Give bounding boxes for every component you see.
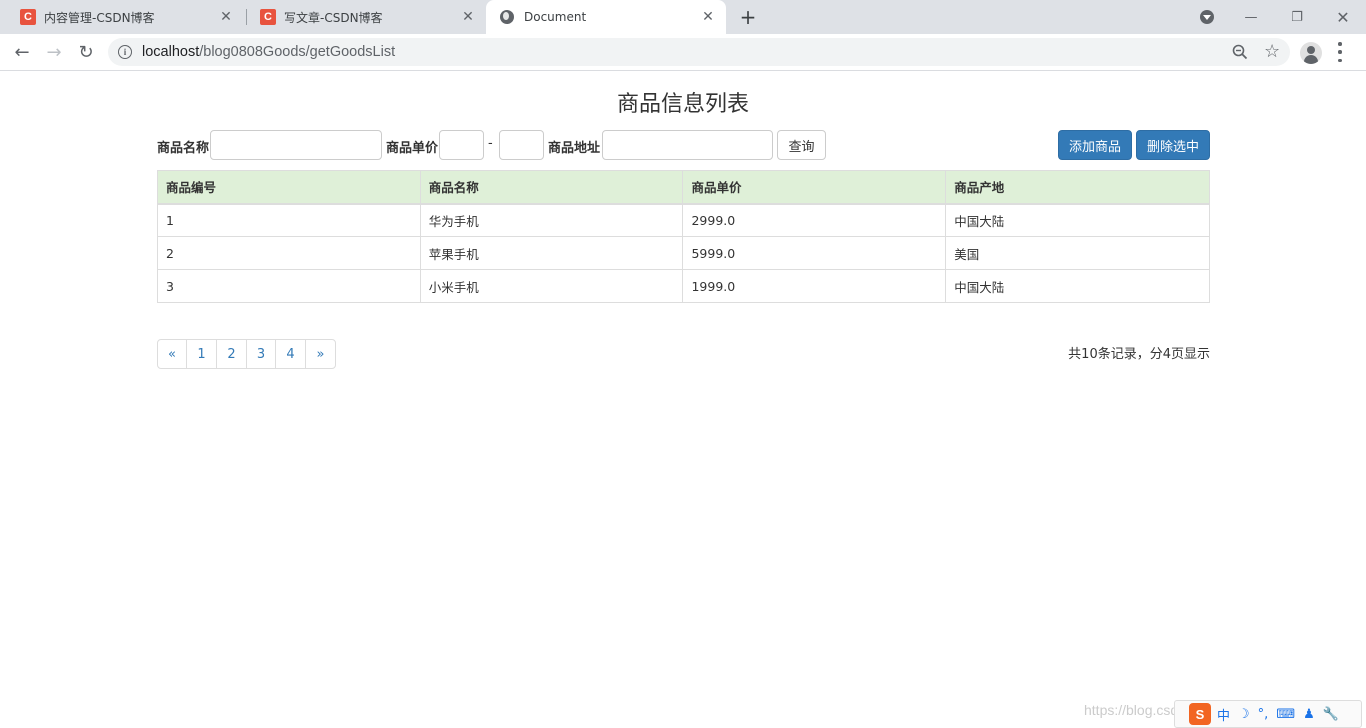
- price-max-input[interactable]: [499, 130, 544, 160]
- punctuation-icon[interactable]: °,: [1258, 707, 1269, 722]
- restore-icon[interactable]: ❐: [1274, 0, 1320, 34]
- table-row[interactable]: 3 小米手机 1999.0 中国大陆: [157, 269, 1210, 303]
- cell-goods-name: 苹果手机: [419, 236, 684, 270]
- pagination-next[interactable]: »: [305, 339, 336, 369]
- url-text[interactable]: localhost/blog0808Goods/getGoodsList: [142, 44, 395, 60]
- tab-title: 内容管理-CSDN博客: [44, 10, 155, 25]
- csdn-favicon-icon: C: [260, 9, 276, 25]
- cell-goods-name: 小米手机: [419, 269, 684, 303]
- delete-selected-button[interactable]: 删除选中: [1136, 130, 1210, 160]
- moon-icon[interactable]: ☽: [1238, 707, 1250, 722]
- address-bar[interactable]: i localhost/blog0808Goods/getGoodsList ☆: [108, 38, 1290, 66]
- tab-content-management[interactable]: C 内容管理-CSDN博客 ✕: [0, 0, 244, 34]
- cell-goods-price: 5999.0: [682, 236, 947, 270]
- cell-goods-origin: 中国大陆: [945, 269, 1210, 303]
- cell-goods-id: 2: [157, 236, 421, 270]
- keyboard-icon[interactable]: ⌨: [1276, 707, 1295, 722]
- bookmark-star-icon[interactable]: ☆: [1264, 41, 1280, 62]
- price-separator: -: [488, 136, 493, 151]
- new-tab-button[interactable]: +: [738, 7, 758, 27]
- tab-close-icon[interactable]: ✕: [218, 9, 234, 25]
- header-goods-id: 商品编号: [157, 170, 421, 205]
- page-title: 商品信息列表: [616, 92, 749, 117]
- globe-icon: [500, 10, 514, 24]
- pagination-page-2[interactable]: 2: [216, 339, 247, 369]
- wrench-icon[interactable]: 🔧: [1323, 707, 1339, 722]
- cell-goods-name: 华为手机: [419, 203, 684, 237]
- ime-toolbar: S 中 ☽ °, ⌨ ♟ 🔧: [1174, 700, 1362, 728]
- goods-name-label: 商品名称: [157, 141, 210, 156]
- minimize-icon[interactable]: —: [1228, 0, 1274, 34]
- tab-title: Document: [524, 10, 587, 24]
- cell-goods-price: 1999.0: [682, 269, 947, 303]
- add-goods-button[interactable]: 添加商品: [1058, 130, 1132, 160]
- query-button[interactable]: 查询: [777, 130, 826, 160]
- tab-title: 写文章-CSDN博客: [284, 10, 383, 25]
- header-goods-name: 商品名称: [419, 170, 684, 205]
- header-goods-origin: 商品产地: [945, 170, 1210, 205]
- price-label: 商品单价: [386, 141, 439, 156]
- sogou-logo-icon[interactable]: S: [1189, 703, 1211, 725]
- back-icon[interactable]: ←: [10, 40, 34, 64]
- tab-write-article[interactable]: C 写文章-CSDN博客 ✕: [240, 0, 486, 34]
- goods-table: 商品编号 商品名称 商品单价 商品产地 1 华为手机 2999.0 中国大陆 2…: [157, 170, 1210, 303]
- browser-menu-icon[interactable]: [1338, 42, 1342, 62]
- user-icon[interactable]: ♟: [1303, 707, 1315, 722]
- pagination-prev[interactable]: «: [157, 339, 187, 369]
- search-form: 商品名称 商品单价 - 商品地址 查询 添加商品 删除选中: [157, 130, 1210, 160]
- forward-icon[interactable]: →: [42, 40, 66, 64]
- address-label: 商品地址: [548, 141, 601, 156]
- cell-goods-id: 1: [157, 203, 421, 237]
- window-close-icon[interactable]: ✕: [1320, 0, 1366, 34]
- price-min-input[interactable]: [439, 130, 484, 160]
- pagination-summary: 共10条记录，分4页显示: [1068, 347, 1210, 362]
- pagination-page-1[interactable]: 1: [186, 339, 217, 369]
- tab-close-icon[interactable]: ✕: [460, 9, 476, 25]
- table-row[interactable]: 1 华为手机 2999.0 中国大陆: [157, 203, 1210, 237]
- pagination-page-3[interactable]: 3: [246, 339, 276, 369]
- profile-avatar-icon[interactable]: [1300, 42, 1322, 64]
- cell-goods-origin: 中国大陆: [945, 203, 1210, 237]
- goods-name-input[interactable]: [210, 130, 382, 160]
- pagination: « 1 2 3 4 »: [157, 339, 336, 369]
- table-row[interactable]: 2 苹果手机 5999.0 美国: [157, 236, 1210, 270]
- ime-language-toggle[interactable]: 中: [1217, 705, 1230, 724]
- browser-toolbar: ← → ↻ i localhost/blog0808Goods/getGoods…: [0, 34, 1366, 71]
- table-header-row: 商品编号 商品名称 商品单价 商品产地: [157, 170, 1210, 205]
- browser-tab-strip: C 内容管理-CSDN博客 ✕ C 写文章-CSDN博客 ✕ Document …: [0, 0, 1366, 34]
- cell-goods-price: 2999.0: [682, 203, 947, 237]
- zoom-icon[interactable]: [1232, 44, 1248, 60]
- site-info-icon[interactable]: i: [118, 45, 132, 59]
- cell-goods-id: 3: [157, 269, 421, 303]
- address-input[interactable]: [602, 130, 773, 160]
- header-goods-price: 商品单价: [682, 170, 947, 205]
- cell-goods-origin: 美国: [945, 236, 1210, 270]
- reload-icon[interactable]: ↻: [74, 40, 98, 64]
- tab-close-icon[interactable]: ✕: [700, 9, 716, 25]
- csdn-favicon-icon: C: [20, 9, 36, 25]
- tab-search-icon[interactable]: [1200, 10, 1214, 24]
- pagination-page-4[interactable]: 4: [275, 339, 306, 369]
- tab-document[interactable]: Document ✕: [486, 0, 726, 34]
